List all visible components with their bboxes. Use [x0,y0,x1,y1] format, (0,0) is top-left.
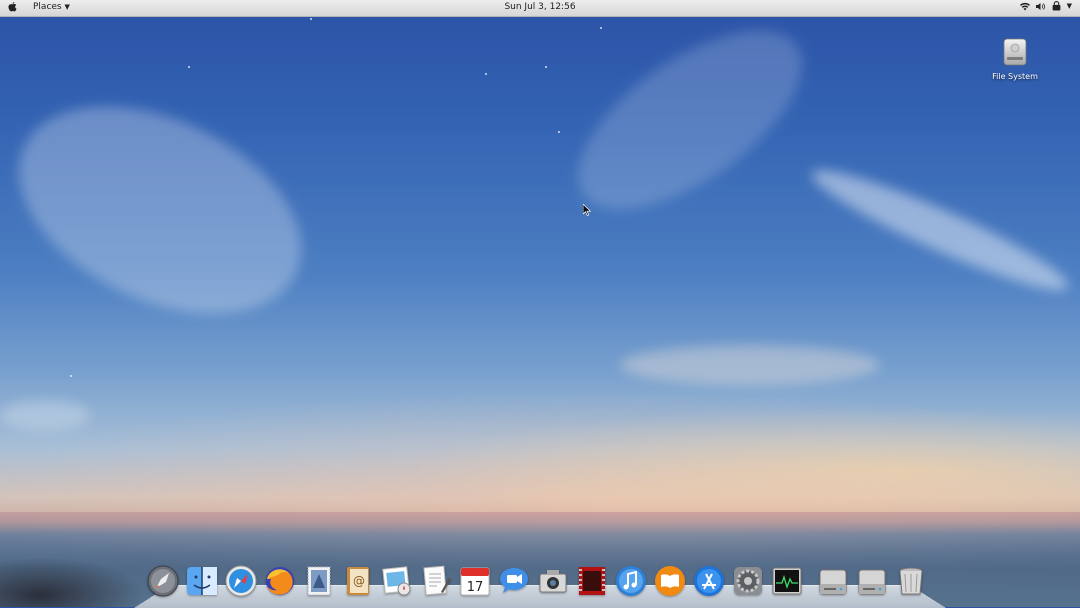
chevron-down-icon[interactable]: ▼ [1067,2,1072,10]
dock-item-drive-1[interactable] [815,563,851,599]
wallpaper-cloud [620,345,880,385]
gear-icon [734,567,762,595]
wallpaper-star [485,73,487,75]
dock-separator [808,563,812,601]
wallpaper-cloud [549,0,831,244]
stamp-icon [307,566,331,596]
wallpaper-star [545,66,547,68]
photos-icon [382,566,411,596]
dock-item-contacts[interactable]: @ [340,563,376,599]
mouse-cursor-icon [582,201,592,220]
volume-icon[interactable] [1035,2,1046,11]
book-icon [655,566,685,596]
dock-item-system-preferences[interactable] [730,563,766,599]
wallpaper-cloud [803,154,1077,306]
svg-text:@: @ [353,574,365,588]
dock-item-textedit[interactable] [418,563,454,599]
app-store-icon [694,566,724,596]
wallpaper-star [310,18,312,20]
dock-item-calendar[interactable]: 17 [457,563,493,599]
calendar-day-number: 17 [467,580,484,595]
apple-icon[interactable] [8,2,17,15]
dock-item-safari[interactable] [223,563,259,599]
harddrive-icon [1002,38,1028,70]
film-icon [579,567,605,595]
dock-item-facetime[interactable] [496,563,532,599]
dock-item-preview[interactable] [379,563,415,599]
music-note-icon [616,566,646,596]
wifi-icon[interactable] [1019,2,1030,11]
wallpaper-cloud [0,65,334,355]
desktop-icon-file-system[interactable]: File System [988,38,1042,81]
wallpaper-star [600,27,602,29]
dock-item-ibooks[interactable] [652,563,688,599]
dock-item-app-store[interactable] [691,563,727,599]
dock-item-photo-booth[interactable] [574,563,610,599]
finder-icon [187,567,217,595]
desktop-icon-label: File System [992,72,1038,81]
activity-monitor-icon [772,567,802,595]
chevron-down-icon: ▼ [64,3,70,11]
dock: @ 17 [145,563,929,601]
dock-item-trash[interactable] [893,563,929,599]
harddrive-icon [858,569,886,595]
places-menu[interactable]: Places ▼ [33,2,70,12]
document-icon [423,565,451,596]
top-menu-bar: Places ▼ Sun Jul 3, 12:56 ▼ [0,0,1080,17]
desktop-wallpaper [0,0,1080,607]
dock-item-firefox[interactable] [262,563,298,599]
dock-item-mail[interactable] [301,563,337,599]
dock-item-itunes[interactable] [613,563,649,599]
camera-icon [539,570,567,593]
wallpaper-star [558,131,560,133]
rocket-icon [147,565,179,597]
dock-item-activity-monitor[interactable] [769,563,805,599]
firefox-icon [266,567,294,595]
wallpaper-cloud [0,400,90,430]
user-icon[interactable] [1052,1,1061,11]
compass-icon [225,565,257,597]
dock-item-screenshot[interactable] [535,563,571,599]
places-menu-label: Places [33,2,62,12]
calendar-icon: 17 [460,567,490,596]
dock-item-finder[interactable] [184,563,220,599]
trash-icon [899,567,923,595]
address-book-icon: @ [347,567,369,595]
dock-item-drive-2[interactable] [854,563,890,599]
harddrive-icon [819,569,847,595]
dock-item-launchpad[interactable] [145,563,181,599]
clock[interactable]: Sun Jul 3, 12:56 [504,2,575,12]
wallpaper-star [188,66,190,68]
video-camera-icon [500,568,528,593]
wallpaper-star [70,375,72,377]
